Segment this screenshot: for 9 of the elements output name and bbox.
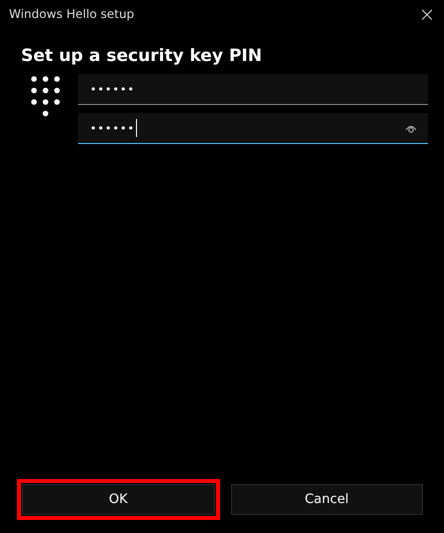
keypad-icon: [31, 76, 61, 118]
dialog-heading: Set up a security key PIN: [21, 46, 263, 66]
pin-field[interactable]: ••••••: [78, 113, 428, 144]
cancel-button[interactable]: Cancel: [230, 484, 423, 515]
window-title: Windows Hello setup: [9, 7, 134, 21]
ok-button[interactable]: OK: [22, 484, 214, 515]
close-button[interactable]: ×: [410, 0, 444, 28]
pin-field[interactable]: ••••••: [78, 74, 428, 105]
eye-icon[interactable]: [405, 124, 417, 133]
